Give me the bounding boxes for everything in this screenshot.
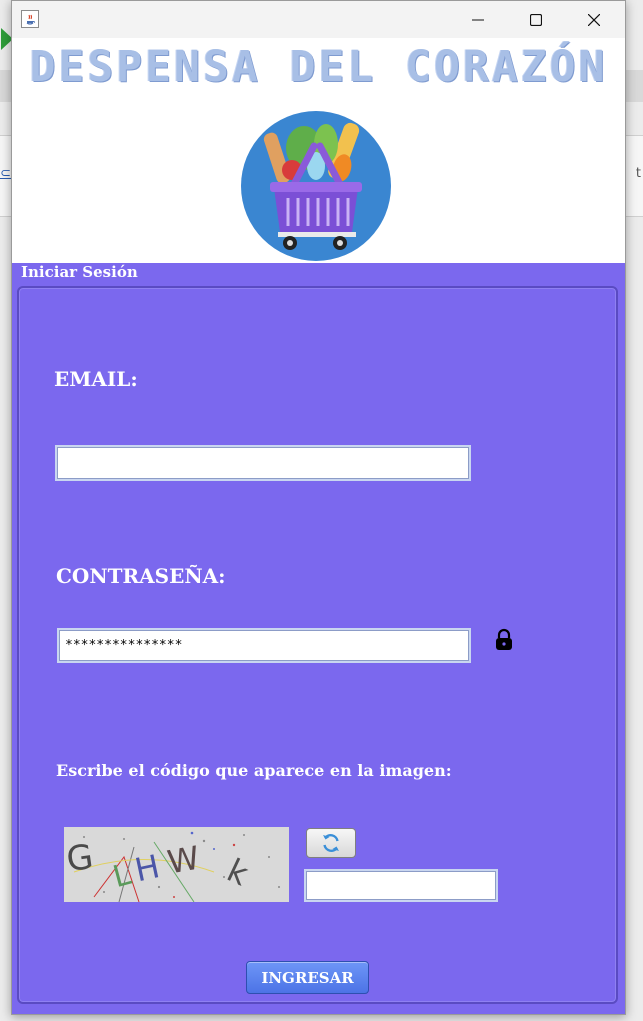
captcha-field[interactable] (306, 871, 496, 900)
login-button[interactable]: INGRESAR (246, 961, 369, 994)
header-banner: DESPENSA DEL CORAZÓN (12, 38, 625, 263)
background-text: t (635, 166, 641, 181)
minimize-icon (472, 19, 484, 20)
grocery-basket-logo (240, 110, 392, 262)
lock-icon[interactable] (494, 628, 514, 652)
svg-text:G: G (64, 837, 96, 880)
refresh-icon (323, 834, 339, 852)
email-label: EMAIL: (54, 367, 138, 391)
maximize-button[interactable] (507, 1, 565, 38)
close-icon (588, 13, 600, 26)
captcha-refresh-button[interactable] (306, 828, 356, 858)
login-window: DESPENSA DEL CORAZÓN Iniciar Sesión EMAI… (11, 0, 626, 1015)
captcha-image: G L H W k (64, 827, 289, 903)
section-title: Iniciar Sesión (21, 263, 138, 281)
close-button[interactable] (565, 1, 623, 38)
email-field[interactable] (57, 447, 469, 479)
password-label: CONTRASEÑA: (56, 564, 226, 588)
svg-text:W: W (165, 839, 203, 882)
captcha-label: Escribe el código que aparece en la imag… (56, 761, 452, 780)
maximize-icon (530, 13, 542, 26)
password-field[interactable] (59, 630, 469, 661)
minimize-button[interactable] (449, 1, 507, 38)
title-bar[interactable] (12, 1, 625, 38)
app-title: DESPENSA DEL CORAZÓN (29, 42, 608, 92)
java-app-icon (21, 10, 39, 28)
